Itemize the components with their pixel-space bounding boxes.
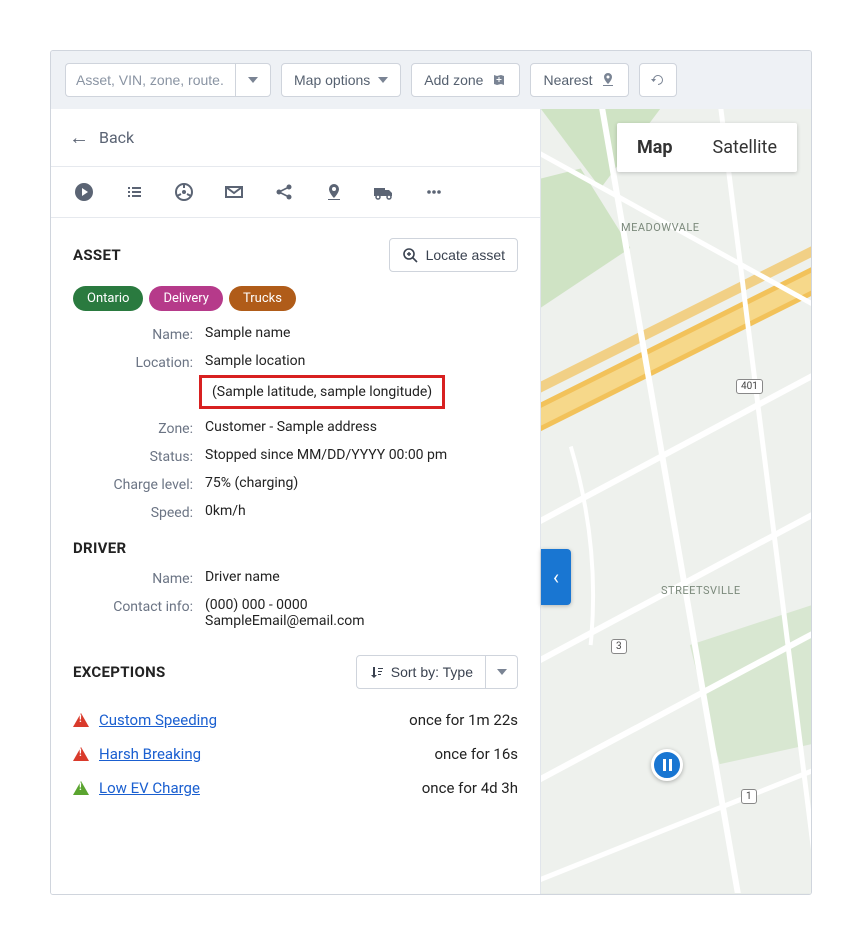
route-shield-3: 3 [611, 639, 627, 654]
label-name: Name: [73, 325, 193, 343]
truck-icon[interactable] [373, 181, 395, 203]
location-pin-icon[interactable] [323, 181, 345, 203]
search-dropdown-toggle[interactable] [235, 63, 271, 97]
sort-label: Sort by: Type [391, 664, 473, 680]
tag-delivery[interactable]: Delivery [149, 286, 223, 311]
search-combo [65, 63, 271, 97]
refresh-icon [650, 72, 666, 88]
sort-button[interactable]: Sort by: Type [356, 655, 486, 689]
sort-icon [369, 665, 383, 679]
coords-text: (Sample latitude, sample longitude) [212, 384, 432, 400]
magnifier-plus-icon [402, 247, 418, 263]
exception-row: Custom Speeding once for 1m 22s [73, 703, 518, 737]
exception-duration: once for 1m 22s [409, 711, 518, 729]
value-charge: 75% (charging) [205, 475, 518, 493]
route-shield-1: 1 [741, 789, 757, 804]
details-panel: ← Back ASSET [51, 109, 541, 894]
value-name: Sample name [205, 325, 518, 343]
list-icon[interactable] [123, 181, 145, 203]
warning-icon [73, 747, 89, 761]
label-driver-name: Name: [73, 569, 193, 587]
driver-title: DRIVER [73, 539, 518, 557]
tag-trucks[interactable]: Trucks [229, 286, 296, 311]
asset-fields: Name: Sample name Location: Sample locat… [73, 325, 518, 521]
value-driver-contact: (000) 000 - 0000 SampleEmail@email.com [205, 597, 518, 629]
back-label: Back [99, 128, 134, 147]
exception-duration: once for 4d 3h [422, 779, 518, 797]
map-type-tabs: Map Satellite [617, 123, 797, 172]
refresh-button[interactable] [639, 63, 677, 97]
exceptions-title: EXCEPTIONS [73, 663, 166, 681]
map-options-button[interactable]: Map options [281, 63, 401, 97]
mail-icon[interactable] [223, 181, 245, 203]
value-status: Stopped since MM/DD/YYYY 00:00 pm [205, 447, 518, 465]
sort-control: Sort by: Type [356, 655, 518, 689]
caret-down-icon [248, 77, 258, 83]
exception-row: Low EV Charge once for 4d 3h [73, 771, 518, 805]
more-icon[interactable] [423, 181, 445, 203]
value-location: Sample location (Sample latitude, sample… [205, 353, 518, 409]
driver-section: DRIVER Name: Driver name Contact info: (… [73, 539, 518, 629]
asset-title: ASSET [73, 246, 121, 264]
tag-ontario[interactable]: Ontario [73, 286, 143, 311]
value-driver-name: Driver name [205, 569, 518, 587]
caret-down-icon [378, 77, 388, 83]
add-zone-button[interactable]: Add zone [411, 63, 520, 97]
exception-link[interactable]: Harsh Breaking [99, 745, 201, 763]
value-zone: Customer - Sample address [205, 419, 518, 437]
label-charge: Charge level: [73, 475, 193, 493]
label-driver-contact: Contact info: [73, 597, 193, 629]
coords-highlight: (Sample latitude, sample longitude) [199, 375, 445, 409]
locate-asset-button[interactable]: Locate asset [389, 238, 518, 272]
locate-asset-label: Locate asset [426, 247, 505, 263]
warning-icon [73, 713, 89, 727]
panel-scroll: ASSET Locate asset Ontario Delivery Truc… [51, 218, 540, 815]
value-speed: 0km/h [205, 503, 518, 521]
caret-down-icon [497, 669, 507, 675]
chevron-left-icon: ‹ [553, 565, 559, 589]
main-split: ← Back ASSET [51, 109, 811, 894]
sort-dropdown-toggle[interactable] [486, 655, 518, 689]
nearest-label: Nearest [543, 72, 592, 88]
driver-fields: Name: Driver name Contact info: (000) 00… [73, 569, 518, 629]
steering-wheel-icon[interactable] [173, 181, 195, 203]
arrow-left-icon: ← [69, 125, 89, 150]
nearest-button[interactable]: Nearest [530, 63, 629, 97]
play-icon[interactable] [73, 181, 95, 203]
top-toolbar: Map options Add zone Nearest [51, 51, 811, 109]
pause-marker[interactable] [651, 749, 683, 781]
search-input[interactable] [65, 63, 235, 97]
pin-icon [600, 72, 616, 88]
tab-satellite[interactable]: Satellite [693, 123, 797, 172]
label-location: Location: [73, 353, 193, 409]
action-icon-row [51, 167, 540, 218]
map-options-label: Map options [294, 72, 370, 88]
exceptions-header: EXCEPTIONS Sort by: Type [73, 655, 518, 689]
label-speed: Speed: [73, 503, 193, 521]
map-label-streetsville: STREETSVILLE [661, 584, 741, 597]
share-icon[interactable] [273, 181, 295, 203]
warning-icon [73, 781, 89, 795]
exception-row: Harsh Breaking once for 16s [73, 737, 518, 771]
exception-link[interactable]: Low EV Charge [99, 779, 200, 797]
label-zone: Zone: [73, 419, 193, 437]
exception-link[interactable]: Custom Speeding [99, 711, 217, 729]
add-zone-icon [491, 72, 507, 88]
tab-map[interactable]: Map [617, 123, 693, 172]
map-label-meadowvale: MEADOWVALE [621, 221, 700, 234]
collapse-panel-button[interactable]: ‹ [541, 549, 571, 605]
asset-header: ASSET Locate asset [73, 238, 518, 272]
exception-duration: once for 16s [434, 745, 518, 763]
asset-tags: Ontario Delivery Trucks [73, 286, 518, 311]
driver-phone: (000) 000 - 0000 [205, 597, 518, 613]
app-window: Map options Add zone Nearest ← Back [50, 50, 812, 895]
label-status: Status: [73, 447, 193, 465]
add-zone-label: Add zone [424, 72, 483, 88]
map-pane[interactable]: Map Satellite MEADOWVALE STREETSVILLE 40… [541, 109, 811, 894]
driver-email: SampleEmail@email.com [205, 613, 518, 629]
back-button[interactable]: ← Back [51, 109, 540, 167]
location-text: Sample location [205, 353, 518, 369]
highway-shield-401: 401 [736, 379, 763, 394]
